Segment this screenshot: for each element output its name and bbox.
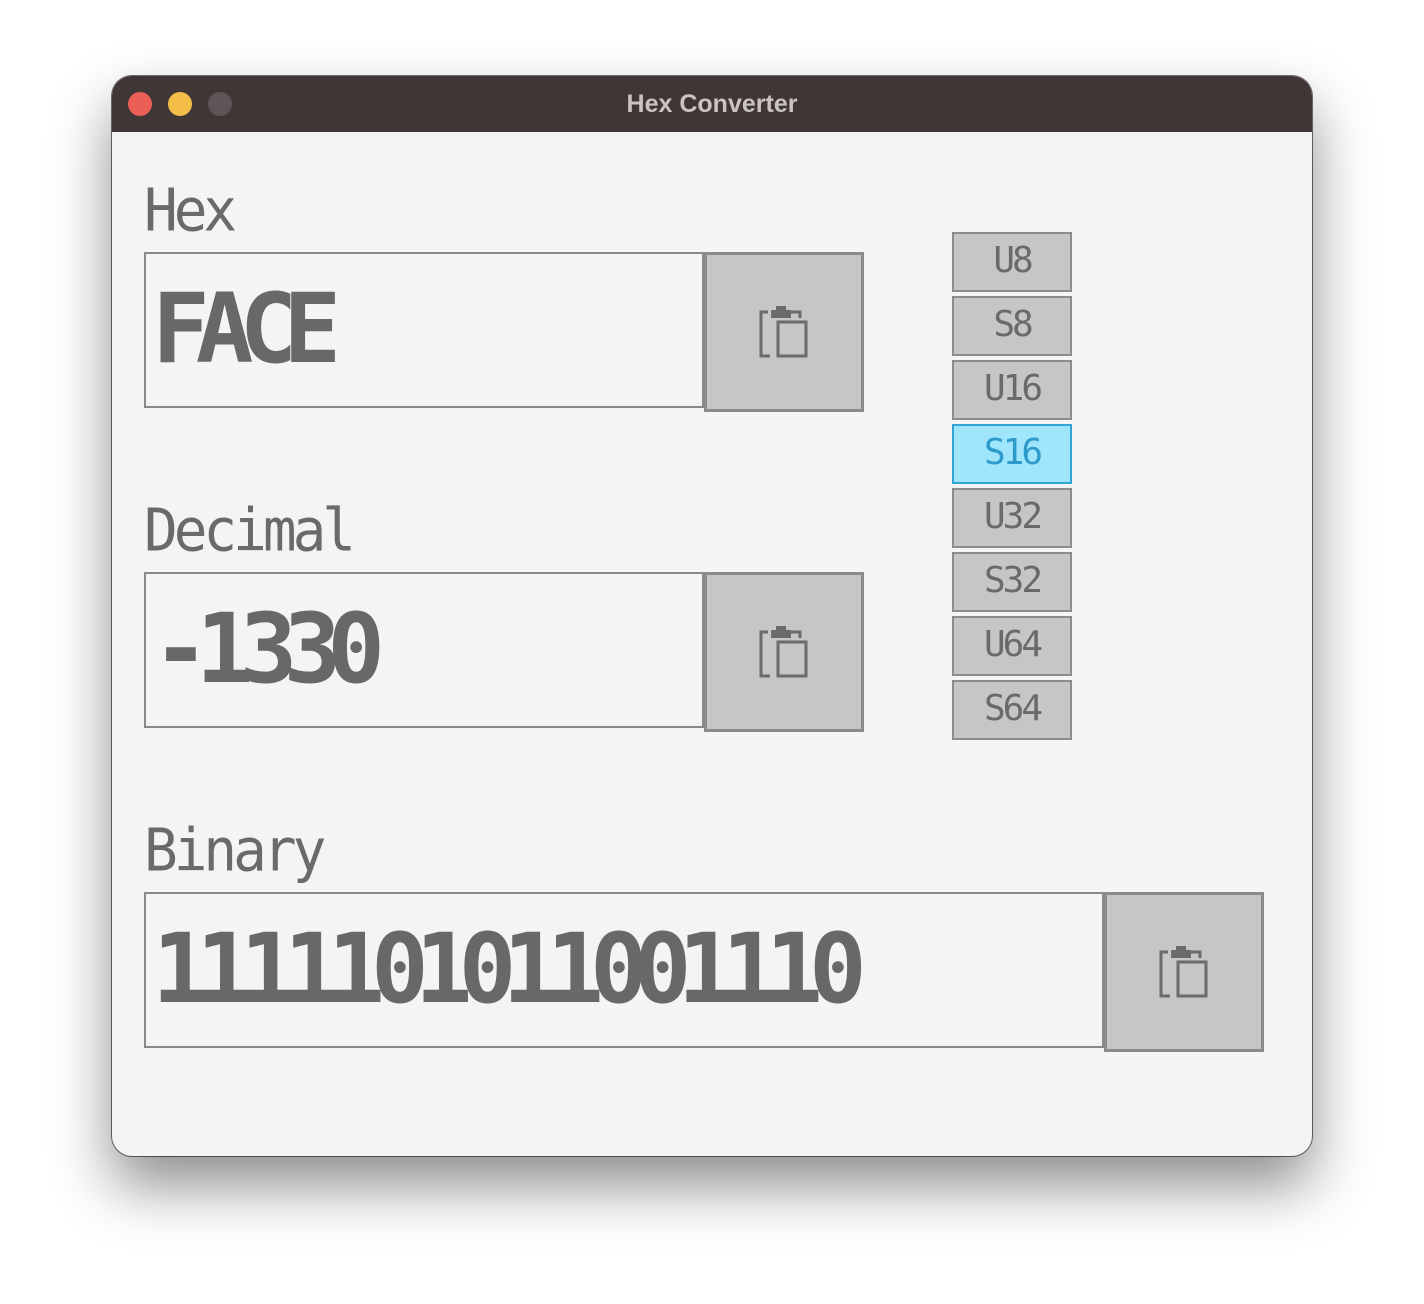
hex-label: Hex — [144, 176, 237, 246]
type-button-u32[interactable]: U32 — [952, 488, 1072, 548]
type-button-u64[interactable]: U64 — [952, 616, 1072, 676]
copy-binary-button[interactable] — [1104, 892, 1264, 1052]
copy-decimal-button[interactable] — [704, 572, 864, 732]
app-window: Hex Converter Hex FACE Decimal -1330 Bin… — [112, 76, 1312, 1156]
hex-value[interactable]: FACE — [152, 254, 341, 406]
copy-hex-button[interactable] — [704, 252, 864, 412]
decimal-value[interactable]: -1330 — [152, 574, 385, 726]
clipboard-icon — [759, 306, 808, 358]
clipboard-icon — [1159, 946, 1208, 998]
binary-label: Binary — [144, 816, 326, 886]
window-title: Hex Converter — [626, 90, 798, 118]
decimal-field[interactable]: -1330 — [144, 572, 704, 728]
type-button-s32[interactable]: S32 — [952, 552, 1072, 612]
clipboard-icon — [759, 626, 808, 678]
binary-value[interactable]: 1111101011001110 — [152, 894, 867, 1046]
binary-field[interactable]: 1111101011001110 — [144, 892, 1104, 1048]
type-button-u8[interactable]: U8 — [952, 232, 1072, 292]
title-bar[interactable]: Hex Converter — [112, 76, 1312, 132]
type-button-s64[interactable]: S64 — [952, 680, 1072, 740]
decimal-label: Decimal — [144, 496, 356, 566]
type-button-s16[interactable]: S16 — [952, 424, 1072, 484]
hex-field[interactable]: FACE — [144, 252, 704, 408]
type-button-u16[interactable]: U16 — [952, 360, 1072, 420]
type-button-s8[interactable]: S8 — [952, 296, 1072, 356]
converter-panel: Hex FACE Decimal -1330 Binary 1111101011… — [112, 132, 1312, 1156]
